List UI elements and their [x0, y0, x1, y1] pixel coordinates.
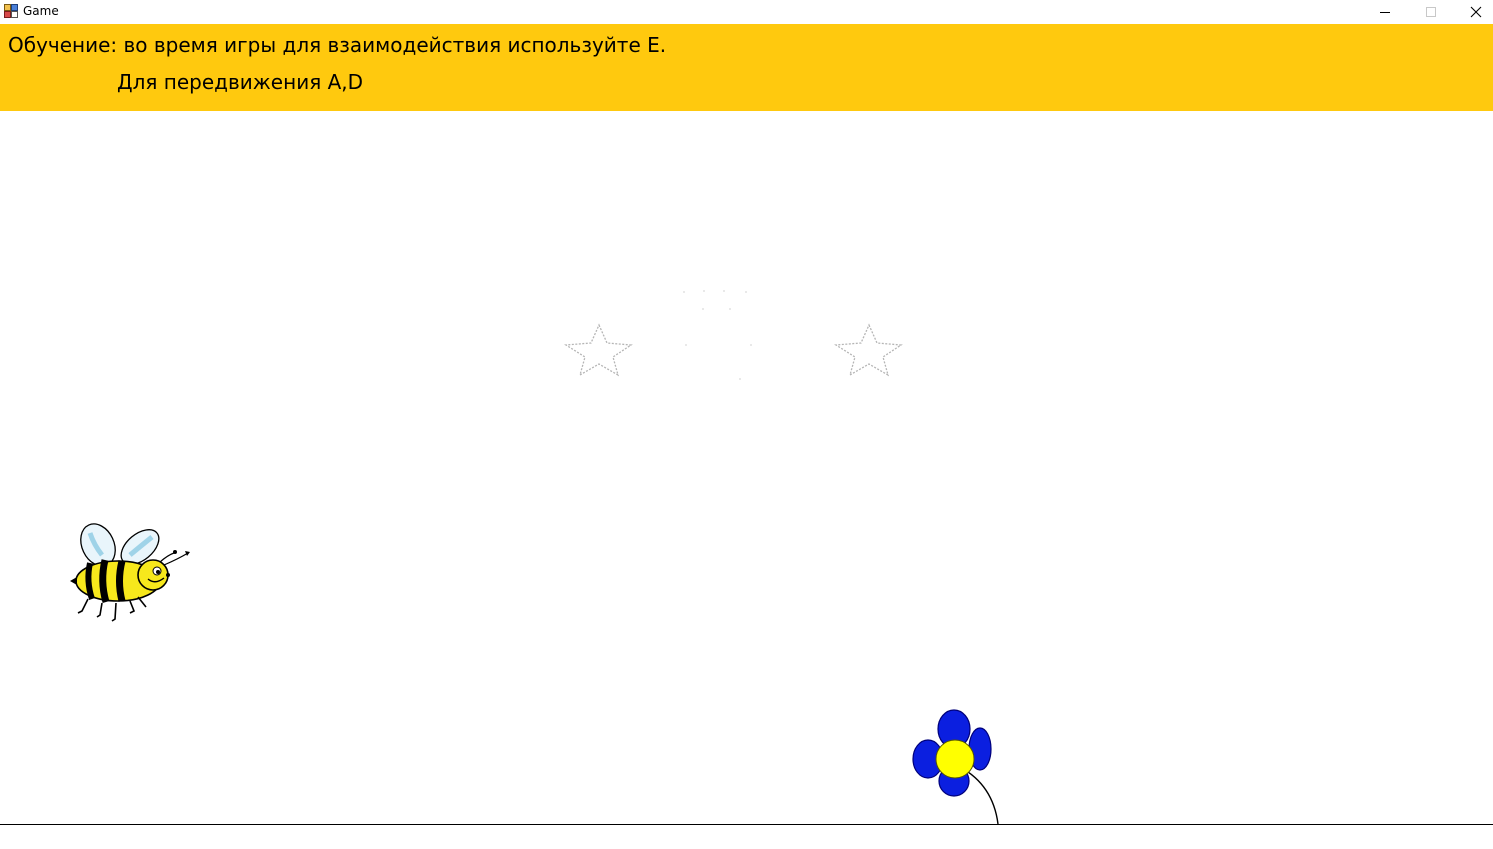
- bee-sprite[interactable]: [60, 515, 195, 625]
- maximize-button[interactable]: [1408, 0, 1454, 24]
- maximize-icon: [1426, 7, 1436, 17]
- close-button[interactable]: [1453, 0, 1493, 24]
- star-empty-icon-3: [834, 323, 903, 377]
- ground-line: [0, 824, 1493, 825]
- star-empty-icon-2: [683, 290, 752, 380]
- tutorial-interact-hint: Обучение: во время игры для взаимодейств…: [8, 33, 667, 57]
- minimize-icon: [1380, 12, 1390, 13]
- tutorial-move-hint: Для передвижения A,D: [117, 70, 364, 94]
- star-empty-icon-1: [564, 323, 633, 377]
- game-window: Game Обучение: во время игры для взаимод…: [0, 0, 1493, 849]
- star-rating: [564, 290, 903, 380]
- app-window-icon: [4, 4, 18, 18]
- window-title: Game: [23, 4, 59, 18]
- tutorial-banner: Обучение: во время игры для взаимодейств…: [0, 24, 1493, 111]
- minimize-button[interactable]: [1362, 0, 1408, 24]
- title-bar[interactable]: Game: [0, 0, 1493, 24]
- flower-sprite[interactable]: [908, 705, 1008, 827]
- close-icon: [1470, 6, 1482, 18]
